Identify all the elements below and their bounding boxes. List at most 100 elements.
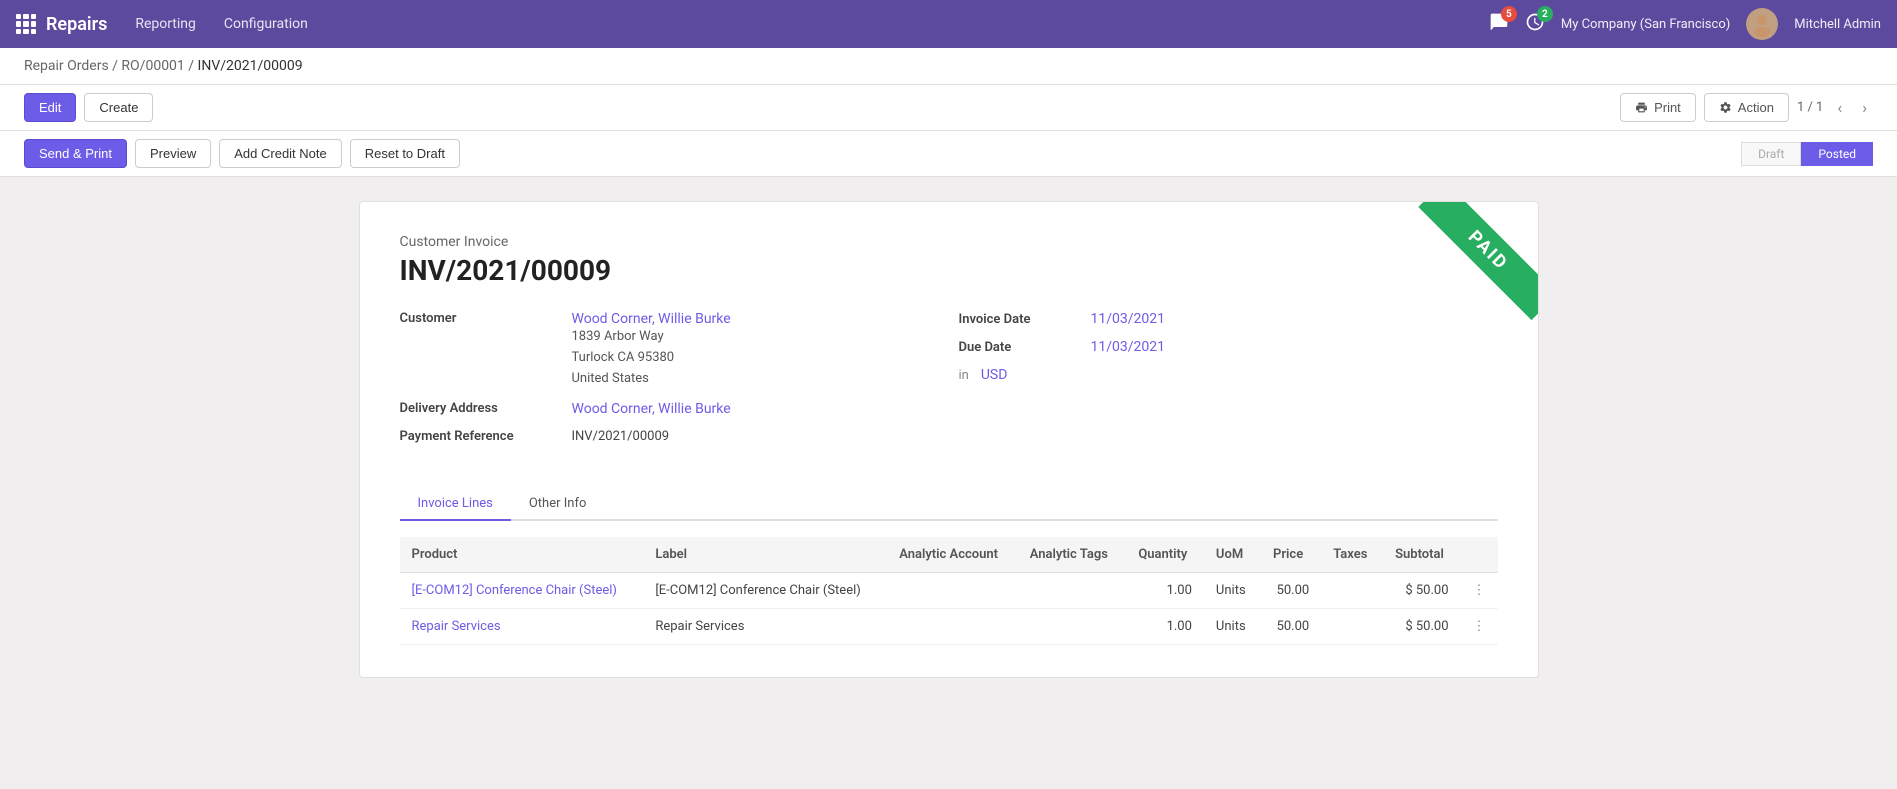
cell-analytic-account-0 [887,573,1018,609]
invoice-lines-table: Product Label Analytic Account Analytic … [400,537,1498,645]
print-button[interactable]: Print [1620,93,1696,122]
gear-icon [1719,101,1732,114]
user-name[interactable]: Mitchell Admin [1794,17,1881,32]
payment-reference-label: Payment Reference [400,429,560,444]
delivery-address-label: Delivery Address [400,401,560,417]
edit-button[interactable]: Edit [24,93,76,122]
tab-other-info[interactable]: Other Info [511,488,605,521]
tab-invoice-lines[interactable]: Invoice Lines [400,488,511,521]
next-button[interactable]: › [1856,96,1873,119]
due-date-label: Due Date [959,340,1079,355]
invoice-fields: Customer Wood Corner, Willie Burke 1839 … [400,311,1498,456]
customer-value: Wood Corner, Willie Burke 1839 Arbor Way… [572,311,731,389]
pagination: 1 / 1 ‹ › [1797,96,1873,119]
invoice-card: PAID Customer Invoice INV/2021/00009 Cus… [359,201,1539,678]
nav-link-reporting[interactable]: Reporting [123,10,208,38]
customer-name[interactable]: Wood Corner, Willie Burke [572,311,731,327]
breadcrumb-ro00001[interactable]: RO/00001 [121,58,184,74]
table-header: Product Label Analytic Account Analytic … [400,537,1498,573]
grid-icon [16,14,36,34]
status-posted: Posted [1801,142,1873,166]
col-subtotal: Subtotal [1383,537,1460,573]
table-body: [E-COM12] Conference Chair (Steel) [E-CO… [400,573,1498,645]
app-name: Repairs [46,14,107,35]
send-print-button[interactable]: Send & Print [24,139,127,168]
cell-label-1: Repair Services [643,609,887,645]
cell-analytic-account-1 [887,609,1018,645]
invoice-number: INV/2021/00009 [400,254,1498,287]
col-price: Price [1261,537,1321,573]
invoice-date-label: Invoice Date [959,312,1079,327]
cell-subtotal-0: $ 50.00 [1383,573,1460,609]
company-name[interactable]: My Company (San Francisco) [1561,17,1730,32]
chat-badge: 5 [1501,6,1517,22]
cell-label-0: [E-COM12] Conference Chair (Steel) [643,573,887,609]
delivery-address-value[interactable]: Wood Corner, Willie Burke [572,401,731,417]
cell-uom-0: Units [1204,573,1261,609]
cell-product-1[interactable]: Repair Services [400,609,644,645]
col-label: Label [643,537,887,573]
invoice-tabs: Invoice Lines Other Info [400,488,1498,521]
col-analytic-tags: Analytic Tags [1018,537,1127,573]
currency-value[interactable]: USD [981,367,1008,383]
cell-menu-0[interactable]: ⋮ [1461,573,1498,609]
breadcrumb-repair-orders[interactable]: Repair Orders [24,58,109,74]
currency-in-label: in [959,368,969,383]
invoice-type: Customer Invoice [400,234,1498,250]
app-logo[interactable]: Repairs [16,14,107,35]
print-icon [1635,101,1648,114]
table-row: Repair Services Repair Services 1.00 Uni… [400,609,1498,645]
toolbar-row2: Send & Print Preview Add Credit Note Res… [0,131,1897,177]
nav-link-configuration[interactable]: Configuration [212,10,320,38]
cell-subtotal-1: $ 50.00 [1383,609,1460,645]
breadcrumb-sep-2: / [188,58,197,74]
customer-address: 1839 Arbor WayTurlock CA 95380United Sta… [572,327,731,389]
user-avatar[interactable] [1746,8,1778,40]
col-menu [1461,537,1498,573]
clock-badge: 2 [1537,6,1553,22]
chat-notification[interactable]: 5 [1489,12,1509,36]
cell-quantity-0: 1.00 [1126,573,1204,609]
col-product: Product [400,537,644,573]
due-date-value: 11/03/2021 [1091,339,1166,355]
cell-analytic-tags-1 [1018,609,1127,645]
cell-quantity-1: 1.00 [1126,609,1204,645]
cell-taxes-1 [1321,609,1383,645]
avatar-icon [1748,10,1776,38]
cell-price-1: 50.00 [1261,609,1321,645]
cell-product-0[interactable]: [E-COM12] Conference Chair (Steel) [400,573,644,609]
cell-analytic-tags-0 [1018,573,1127,609]
cell-menu-1[interactable]: ⋮ [1461,609,1498,645]
toolbar-row1: Edit Create Print Action 1 / 1 ‹ › [0,85,1897,131]
invoice-date-value: 11/03/2021 [1091,311,1166,327]
due-date-row: Due Date 11/03/2021 [959,339,1498,355]
prev-button[interactable]: ‹ [1831,96,1848,119]
payment-reference-value: INV/2021/00009 [572,429,670,444]
cell-taxes-0 [1321,573,1383,609]
cell-price-0: 50.00 [1261,573,1321,609]
col-quantity: Quantity [1126,537,1204,573]
top-navbar: Repairs Reporting Configuration 5 2 My C… [0,0,1897,48]
status-draft: Draft [1741,142,1801,166]
customer-label: Customer [400,311,560,389]
breadcrumb: Repair Orders / RO/00001 / INV/2021/0000… [0,48,1897,85]
invoice-date-row: Invoice Date 11/03/2021 [959,311,1498,327]
invoice-left-fields: Customer Wood Corner, Willie Burke 1839 … [400,311,939,456]
reset-to-draft-button[interactable]: Reset to Draft [350,139,460,168]
col-uom: UoM [1204,537,1261,573]
delivery-field-row: Delivery Address Wood Corner, Willie Bur… [400,401,939,417]
cell-uom-1: Units [1204,609,1261,645]
main-content: PAID Customer Invoice INV/2021/00009 Cus… [0,177,1897,702]
action-button[interactable]: Action [1704,93,1789,122]
add-credit-note-button[interactable]: Add Credit Note [219,139,342,168]
invoice-right-fields: Invoice Date 11/03/2021 Due Date 11/03/2… [959,311,1498,456]
customer-field-row: Customer Wood Corner, Willie Burke 1839 … [400,311,939,389]
create-button[interactable]: Create [84,93,153,122]
col-taxes: Taxes [1321,537,1383,573]
currency-row: in USD [959,367,1498,383]
clock-notification[interactable]: 2 [1525,12,1545,36]
preview-button[interactable]: Preview [135,139,211,168]
nav-links: Reporting Configuration [123,10,1473,38]
status-bar: Draft Posted [1741,142,1873,166]
nav-right: 5 2 My Company (San Francisco) Mitchell … [1489,8,1881,40]
